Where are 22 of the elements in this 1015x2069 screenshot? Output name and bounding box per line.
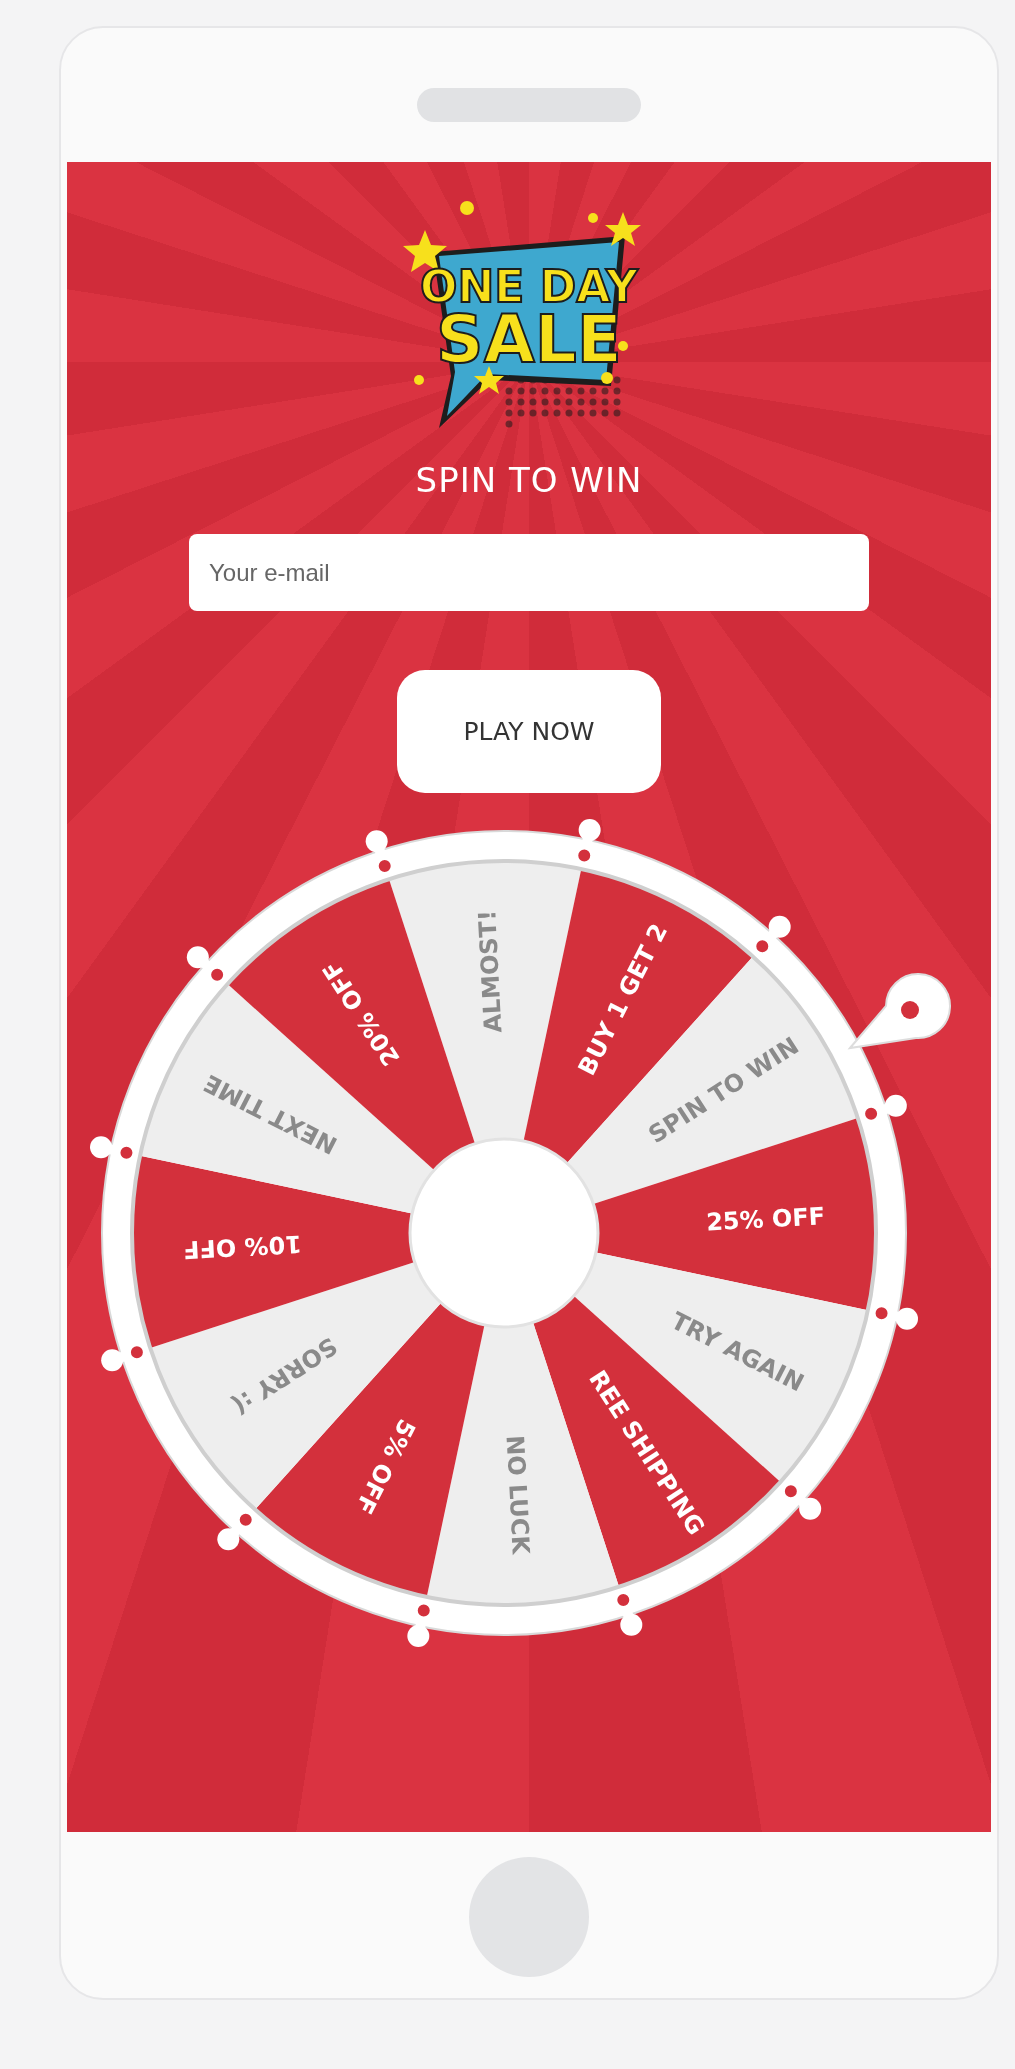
wheel-peg xyxy=(407,1602,432,1647)
wheel-peg xyxy=(615,1592,643,1636)
wheel-label: BUY 1 GET 2 xyxy=(572,919,674,1080)
wheel-peg xyxy=(186,946,226,983)
play-button[interactable]: PLAY NOW xyxy=(397,670,661,793)
wheel-label: 10% OFF xyxy=(182,1229,303,1264)
pointer-icon xyxy=(849,973,951,1049)
wheel-peg xyxy=(782,1483,822,1520)
wheel-label: ALMOST! xyxy=(473,909,508,1034)
wheel-peg xyxy=(863,1094,907,1122)
wheel-label: 25% OFF xyxy=(705,1202,826,1237)
wheel-peg xyxy=(365,830,393,874)
email-field[interactable]: Your e-mail xyxy=(189,534,869,611)
wheel-peg xyxy=(873,1305,918,1330)
wheel-peg xyxy=(90,1136,135,1161)
wheel-peg xyxy=(576,819,601,864)
heading: SPIN TO WIN xyxy=(415,460,643,500)
wheel-peg xyxy=(754,915,791,955)
wheel-label: NO LUCK xyxy=(500,1434,535,1555)
wheel-label: 5% OFF xyxy=(349,1414,421,1519)
wheel-peg xyxy=(217,1511,254,1551)
wheel-peg xyxy=(101,1344,145,1372)
